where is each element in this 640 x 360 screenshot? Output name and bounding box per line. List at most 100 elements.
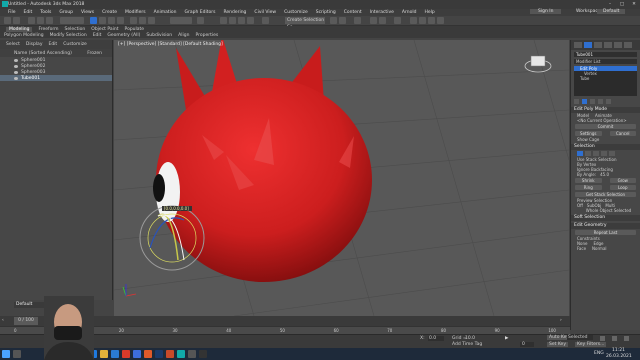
align-icon[interactable] <box>339 17 346 24</box>
minimize-button[interactable]: – <box>604 0 616 9</box>
scene-tab-select[interactable]: Select <box>6 42 20 47</box>
tab-freeform[interactable]: Freeform <box>38 27 58 32</box>
tab-modeling[interactable]: Modeling <box>6 26 33 32</box>
coord-x-field[interactable]: 0.0 <box>428 336 444 341</box>
soft-selection-header[interactable]: Soft Selection <box>571 215 640 221</box>
subtab-modify-selection[interactable]: Modify Selection <box>50 33 87 38</box>
viewcube[interactable] <box>524 55 552 73</box>
search-icon[interactable] <box>13 350 21 358</box>
motion-tab-icon[interactable] <box>604 42 612 48</box>
get-stack-selection-button[interactable]: Get Stack Selection <box>575 192 636 197</box>
menu-customize[interactable]: Customize <box>280 10 312 15</box>
mirror-icon[interactable] <box>330 17 337 24</box>
unlink-icon[interactable] <box>37 17 44 24</box>
maximize-button[interactable]: □ <box>616 0 628 9</box>
display-tab-icon[interactable] <box>614 42 622 48</box>
edge-mode-icon[interactable] <box>585 151 591 156</box>
preview-off-radio[interactable]: Off <box>577 203 583 208</box>
ring-button[interactable]: Ring <box>575 185 602 190</box>
menu-rendering[interactable]: Rendering <box>219 10 250 15</box>
red-sphere[interactable] <box>156 78 372 282</box>
set-key-button[interactable]: Set Key <box>547 342 568 347</box>
stack-item-tube[interactable]: Tube <box>574 76 637 81</box>
select-object-icon[interactable] <box>90 17 97 24</box>
obs-icon[interactable] <box>199 350 207 358</box>
render-setup-icon[interactable] <box>410 17 417 24</box>
element-mode-icon[interactable] <box>609 151 615 156</box>
rectangular-selection-icon[interactable] <box>108 17 115 24</box>
schematic-view-icon[interactable] <box>379 17 386 24</box>
visibility-icon[interactable] <box>14 76 18 80</box>
render-teapot-icon[interactable] <box>428 17 435 24</box>
loop-button[interactable]: Loop <box>609 185 636 190</box>
menu-edit[interactable]: Edit <box>20 10 37 15</box>
utilities-tab-icon[interactable] <box>624 42 632 48</box>
powerpoint-icon[interactable] <box>166 350 174 358</box>
subtab-geometry[interactable]: Geometry (All) <box>107 33 140 38</box>
tab-object-paint[interactable]: Object Paint <box>91 27 118 32</box>
visibility-icon[interactable] <box>14 58 18 62</box>
clock-time[interactable]: 11:21 <box>612 348 625 353</box>
language-indicator[interactable]: ENG <box>594 351 604 356</box>
photoshop-icon[interactable] <box>155 350 163 358</box>
viewport-label[interactable]: [+] [Perspective] [Standard] [Default Sh… <box>118 42 223 47</box>
media-icon[interactable] <box>188 350 196 358</box>
named-selection-set[interactable]: Create Selection Se <box>285 17 325 30</box>
border-mode-icon[interactable] <box>593 151 599 156</box>
explorer-icon[interactable] <box>100 350 108 358</box>
zoom-icon[interactable] <box>600 336 605 341</box>
curve-editor-icon[interactable] <box>370 17 377 24</box>
prev-frame-icon[interactable]: ‹ <box>2 318 4 323</box>
mail-icon[interactable] <box>133 350 141 358</box>
menu-views[interactable]: Views <box>77 10 98 15</box>
menu-interactive[interactable]: Interactive <box>366 10 398 15</box>
workspace-select[interactable]: Default <box>597 9 626 14</box>
3dsmax-icon[interactable] <box>177 350 185 358</box>
material-editor-icon[interactable] <box>394 17 401 24</box>
office-icon[interactable] <box>144 350 152 358</box>
subtab-polygon-modeling[interactable]: Polygon Modeling <box>4 33 44 38</box>
pan-icon[interactable] <box>612 336 617 341</box>
polygon-mode-icon[interactable] <box>601 151 607 156</box>
tab-populate[interactable]: Populate <box>125 27 145 32</box>
modifier-list-dropdown[interactable]: Modifier List <box>574 59 637 64</box>
pivot-icon[interactable] <box>197 17 204 24</box>
menu-modifiers[interactable]: Modifiers <box>121 10 150 15</box>
show-cage-checkbox[interactable]: Show Cage <box>571 137 640 142</box>
menu-content[interactable]: Content <box>340 10 366 15</box>
link-icon[interactable] <box>28 17 35 24</box>
menu-animation[interactable]: Animation <box>150 10 181 15</box>
menu-help[interactable]: Help <box>420 10 438 15</box>
menu-graph-editors[interactable]: Graph Editors <box>181 10 220 15</box>
close-button[interactable]: ✕ <box>628 0 640 9</box>
chrome-icon[interactable] <box>122 350 130 358</box>
cancel-button[interactable]: Cancel <box>609 131 636 136</box>
rendered-frame-window-icon[interactable] <box>419 17 426 24</box>
edit-geometry-header[interactable]: Edit Geometry <box>571 223 640 229</box>
scene-item-tube001[interactable]: Tube001 <box>0 75 112 81</box>
edit-named-selection-icon[interactable] <box>262 17 269 24</box>
key-filters-button[interactable]: Key Filters... <box>575 342 607 347</box>
layer-explorer-icon[interactable] <box>354 17 361 24</box>
select-by-name-icon[interactable] <box>99 17 106 24</box>
current-frame-field[interactable]: 0 <box>520 342 534 347</box>
selected-dropdown[interactable]: Selected <box>567 335 593 340</box>
hierarchy-tab-icon[interactable] <box>594 42 602 48</box>
play-icon[interactable]: ▶ <box>505 336 508 341</box>
vertex-mode-icon[interactable] <box>577 151 583 156</box>
by-angle-value[interactable]: 45.0 <box>600 172 609 177</box>
sign-in-button[interactable]: Sign In <box>530 9 562 14</box>
tab-selection[interactable]: Selection <box>65 27 86 32</box>
configure-sets-icon[interactable] <box>606 99 611 104</box>
settings-button[interactable]: Settings <box>575 131 602 136</box>
undo-icon[interactable] <box>4 17 11 24</box>
show-end-result-icon[interactable] <box>582 99 587 104</box>
store-icon[interactable] <box>111 350 119 358</box>
orbit-icon[interactable] <box>624 336 629 341</box>
subtab-subdivision[interactable]: Subdivision <box>146 33 172 38</box>
scene-tab-edit[interactable]: Edit <box>48 42 57 47</box>
menu-create[interactable]: Create <box>98 10 121 15</box>
pin-stack-icon[interactable] <box>574 99 579 104</box>
add-time-tag[interactable]: Add Time Tag <box>452 342 482 347</box>
column-name[interactable]: Name (Sorted Ascending) <box>14 51 72 56</box>
